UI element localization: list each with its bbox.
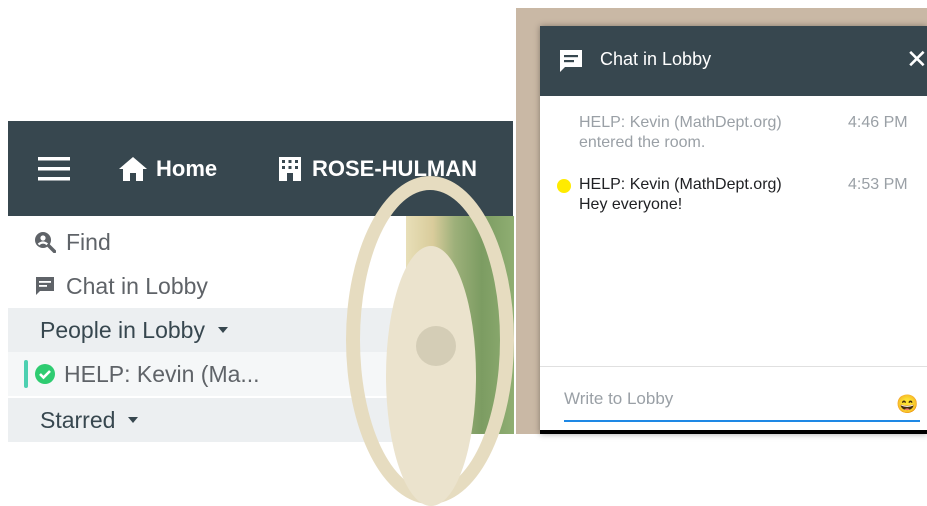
bottom-edge — [540, 430, 927, 434]
message-time: 4:53 PM — [848, 176, 908, 193]
emoji-icon[interactable]: 😄 — [896, 394, 918, 415]
chat-icon — [560, 50, 582, 72]
chat-header: Chat in Lobby ✕ — [540, 26, 927, 96]
map-tree — [416, 326, 456, 366]
online-indicator — [24, 360, 28, 388]
status-dot — [557, 179, 571, 193]
sidebar-item-label: Chat in Lobby — [66, 272, 208, 299]
section-label: Starred — [40, 406, 116, 433]
caret-down-icon — [217, 327, 228, 333]
home-button[interactable]: Home — [118, 149, 217, 189]
chat-icon — [36, 277, 54, 295]
message-author: HELP: Kevin (MathDept.org) — [579, 114, 782, 131]
hamburger-icon[interactable] — [38, 155, 78, 183]
message-body: Hey everyone! — [579, 196, 683, 213]
chat-title: Chat in Lobby — [600, 49, 712, 69]
home-icon — [119, 157, 147, 181]
starred-section-header[interactable]: Starred — [8, 398, 406, 442]
sidebar-item-find[interactable]: Find — [8, 222, 406, 262]
building-icon — [279, 157, 301, 181]
map-arc — [386, 246, 476, 506]
sidebar-item-label: Find — [66, 228, 111, 255]
caret-down-icon — [128, 417, 139, 423]
org-label: ROSE-HULMAN — [312, 156, 477, 181]
home-label: Home — [156, 156, 218, 181]
message-author: HELP: Kevin (MathDept.org) — [579, 176, 782, 193]
check-circle-icon — [35, 364, 55, 384]
map-background — [346, 176, 514, 506]
message-body: entered the room. — [579, 134, 706, 151]
close-icon[interactable]: ✕ — [906, 44, 927, 75]
section-label: People in Lobby — [40, 316, 205, 343]
search-person-icon — [35, 232, 56, 253]
chat-panel: Chat in Lobby ✕ HELP: Kevin (MathDept.or… — [540, 26, 927, 434]
org-button[interactable]: ROSE-HULMAN — [278, 149, 508, 189]
person-name: HELP: Kevin (Ma... — [64, 360, 260, 387]
divider — [540, 366, 927, 367]
sidebar-item-chat[interactable]: Chat in Lobby — [8, 266, 406, 306]
message-time: 4:46 PM — [848, 114, 908, 131]
chat-input[interactable] — [564, 378, 920, 422]
